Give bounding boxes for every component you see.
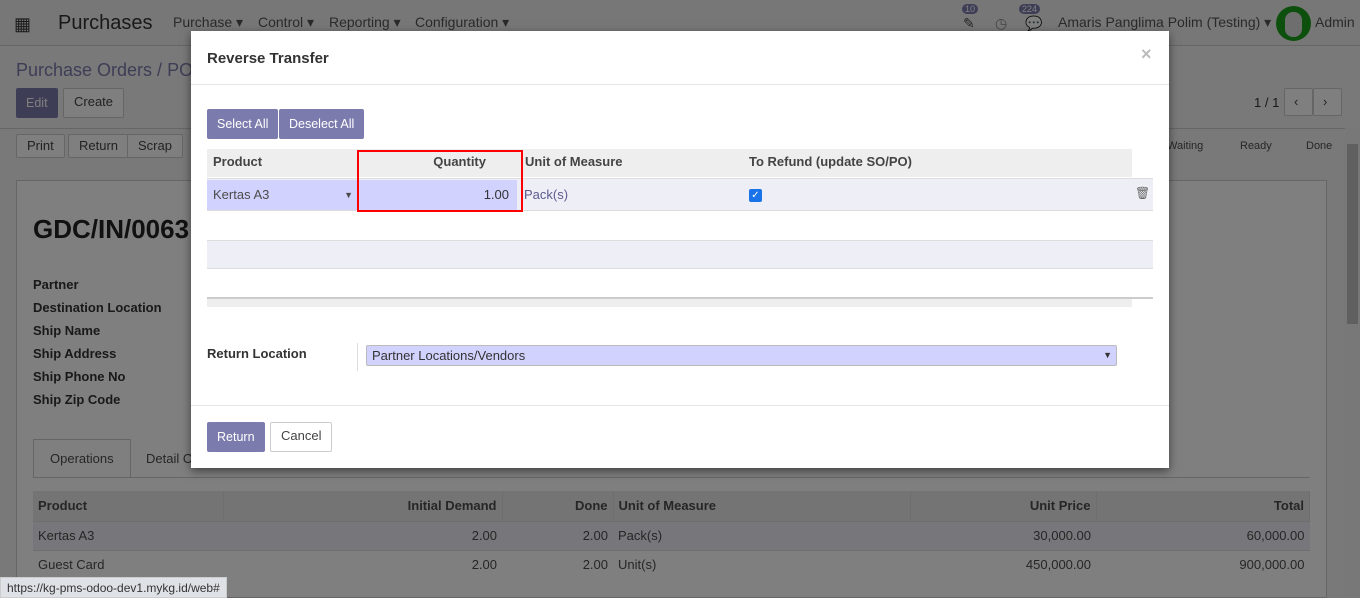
cancel-button[interactable]: Cancel	[270, 422, 333, 452]
col-product[interactable]: Product	[207, 149, 268, 177]
close-icon[interactable]: ×	[1141, 44, 1152, 65]
uom-value: Pack(s)	[524, 187, 569, 202]
return-lines-table: Product Quantity Unit of Measure To Refu…	[207, 149, 1153, 307]
trash-icon[interactable]: 🗑	[1135, 186, 1150, 200]
col-refund[interactable]: To Refund (update SO/PO)	[743, 149, 918, 177]
product-select[interactable]: Kertas A3 ▼	[207, 180, 357, 210]
select-all-button[interactable]: Select All	[207, 109, 279, 139]
return-location-label: Return Location	[207, 346, 307, 361]
deselect-all-button[interactable]: Deselect All	[279, 109, 365, 139]
chevron-down-icon: ▼	[1103, 350, 1112, 360]
refund-checkbox[interactable]: ✓	[749, 189, 762, 202]
return-location-select[interactable]: Partner Locations/Vendors ▼	[366, 345, 1117, 366]
col-uom[interactable]: Unit of Measure	[519, 149, 629, 177]
dialog-title: Reverse Transfer	[207, 50, 329, 67]
return-confirm-button[interactable]: Return	[207, 422, 265, 452]
chevron-down-icon: ▼	[344, 190, 353, 200]
status-url: https://kg-pms-odoo-dev1.mykg.id/web#	[0, 577, 227, 598]
quantity-highlight	[357, 150, 523, 212]
reverse-transfer-dialog: Reverse Transfer × Select All Deselect A…	[191, 31, 1169, 468]
